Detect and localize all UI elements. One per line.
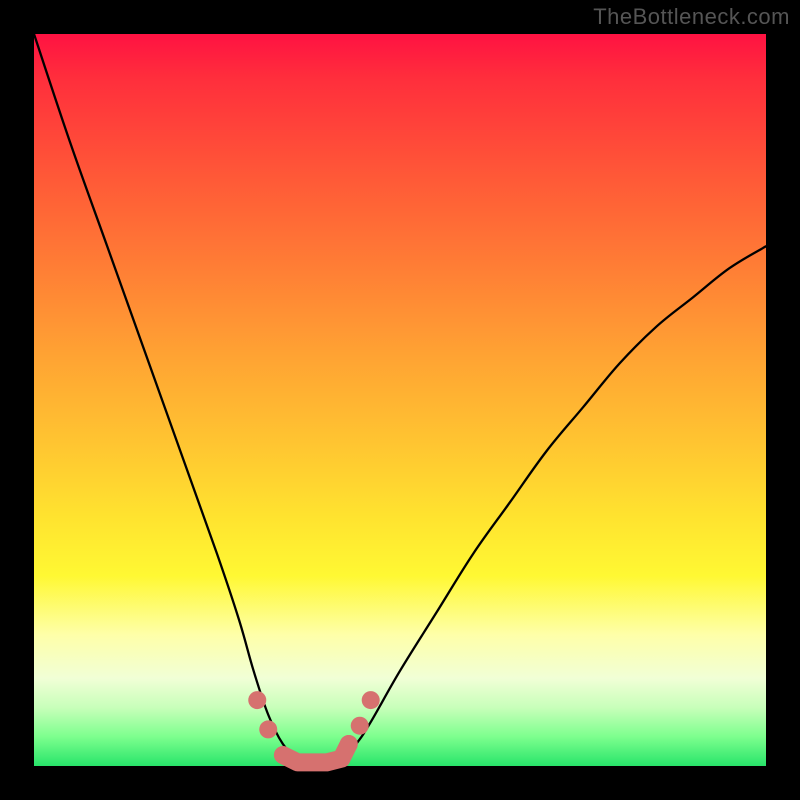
marker-dots xyxy=(248,691,379,753)
marker-dot xyxy=(351,717,369,735)
marker-dot xyxy=(248,691,266,709)
plot-area xyxy=(34,34,766,766)
marker-dot xyxy=(362,691,380,709)
watermark-text: TheBottleneck.com xyxy=(593,4,790,30)
marker-dot xyxy=(259,720,277,738)
chart-svg xyxy=(34,34,766,766)
marker-dot xyxy=(340,735,358,753)
bottleneck-curve xyxy=(34,34,766,767)
marker-line xyxy=(283,744,349,762)
chart-frame: TheBottleneck.com xyxy=(0,0,800,800)
